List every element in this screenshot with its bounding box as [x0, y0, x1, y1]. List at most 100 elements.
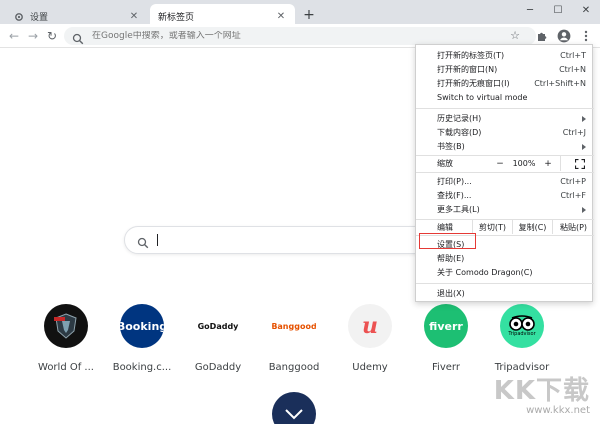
menu-item-label: 书签(B) — [437, 142, 465, 151]
submenu-arrow-icon — [582, 143, 586, 150]
browser-menu: 打开新的标签页(T) Ctrl+T 打开新的窗口(N) Ctrl+N 打开新的无… — [415, 44, 594, 302]
tab-title: 设置 — [30, 13, 49, 23]
menu-item-help[interactable]: 帮助(E) — [416, 252, 594, 265]
menu-zoom-row: 缩放 − 100% + — [416, 156, 594, 171]
banggood-logo-icon: Banggood — [272, 304, 316, 348]
banggood-logo-text: Banggood — [272, 321, 316, 331]
booking-logo-icon: Booking — [120, 304, 164, 348]
menu-item-virtual-mode[interactable]: Switch to virtual mode — [416, 91, 594, 104]
menu-item-label: 历史记录(H) — [437, 114, 482, 123]
menu-item-shortcut: Ctrl+N — [559, 65, 586, 74]
submenu-arrow-icon — [582, 115, 586, 122]
zoom-divider — [560, 156, 561, 171]
cut-button[interactable]: 剪切(T) — [472, 220, 512, 234]
shortcut-booking[interactable]: Booking Booking.c... — [106, 304, 178, 373]
copy-button[interactable]: 复制(C) — [512, 220, 552, 234]
shortcut-label: Udemy — [352, 362, 388, 373]
settings-highlight-box — [419, 233, 476, 249]
profile-icon[interactable] — [556, 28, 572, 44]
menu-item-label: 打印(P)... — [437, 177, 472, 186]
menu-item-label: 查找(F)... — [437, 191, 472, 200]
menu-item-shortcut: Ctrl+F — [560, 191, 586, 200]
menu-item-incognito[interactable]: 打开新的无痕窗口(I) Ctrl+Shift+N — [416, 77, 594, 90]
menu-item-label: 更多工具(L) — [437, 205, 480, 214]
tab-title: 新标签页 — [158, 13, 195, 23]
zoom-out-button[interactable]: − — [492, 159, 508, 169]
menu-item-find[interactable]: 查找(F)... Ctrl+F — [416, 189, 594, 202]
menu-item-shortcut: Ctrl+P — [560, 177, 586, 186]
menu-item-label: 关于 Comodo Dragon(C) — [437, 268, 533, 277]
shortcut-label: GoDaddy — [194, 362, 242, 373]
zoom-value: 100% — [512, 159, 536, 168]
shortcut-label: Banggood — [268, 362, 320, 373]
menu-item-downloads[interactable]: 下载内容(D) Ctrl+J — [416, 126, 594, 139]
submenu-arrow-icon — [582, 206, 586, 213]
shortcut-udemy[interactable]: u Udemy — [334, 304, 406, 373]
warships-logo-icon — [44, 304, 88, 348]
shortcut-godaddy[interactable]: GoDaddy GoDaddy — [182, 304, 254, 373]
menu-item-label: Switch to virtual mode — [437, 93, 528, 102]
menu-item-new-tab[interactable]: 打开新的标签页(T) Ctrl+T — [416, 49, 594, 62]
menu-item-shortcut: Ctrl+J — [562, 128, 586, 137]
godaddy-logo-icon: GoDaddy — [196, 304, 240, 348]
fiverr-logo-icon: fiverr — [424, 304, 468, 348]
fiverr-logo-text: fiverr — [429, 319, 463, 333]
shortcut-label: Fiverr — [432, 362, 460, 373]
address-input[interactable] — [92, 31, 472, 41]
shortcut-tripadvisor[interactable]: Tripadvisor Tripadvisor — [486, 304, 558, 373]
menu-item-shortcut: Ctrl+Shift+N — [534, 79, 586, 88]
menu-item-bookmarks[interactable]: 书签(B) — [416, 140, 594, 153]
shortcut-label: Booking.c... — [112, 362, 172, 373]
new-tab-button[interactable]: + — [301, 7, 317, 23]
menu-item-label: 帮助(E) — [437, 254, 465, 263]
close-icon[interactable]: ✕ — [128, 11, 140, 23]
back-icon[interactable]: ← — [6, 28, 22, 44]
shortcut-banggood[interactable]: Banggood Banggood — [258, 304, 330, 373]
bookmark-star-icon[interactable]: ☆ — [508, 29, 522, 43]
gear-icon — [14, 12, 24, 22]
udemy-logo-icon: u — [348, 304, 392, 348]
zoom-in-button[interactable]: + — [540, 159, 556, 169]
shortcut-world-of-warships[interactable]: World Of ... — [30, 304, 102, 373]
maximize-icon[interactable]: ☐ — [544, 0, 572, 20]
shortcut-partial[interactable] — [272, 392, 316, 424]
menu-item-about[interactable]: 关于 Comodo Dragon(C) — [416, 266, 594, 279]
godaddy-logo-text: GoDaddy — [197, 321, 239, 331]
menu-item-new-window[interactable]: 打开新的窗口(N) Ctrl+N — [416, 63, 594, 76]
forward-icon[interactable]: → — [25, 28, 41, 44]
search-icon — [72, 30, 84, 45]
minimize-icon[interactable]: ─ — [516, 0, 544, 20]
close-window-icon[interactable]: ✕ — [572, 0, 600, 20]
watermark-logo: KK下载 — [493, 376, 590, 406]
omnibox[interactable]: ☆ — [64, 27, 536, 45]
extensions-icon[interactable] — [534, 28, 550, 44]
menu-item-print[interactable]: 打印(P)... Ctrl+P — [416, 175, 594, 188]
menu-separator — [416, 172, 594, 173]
menu-item-label: 下载内容(D) — [437, 128, 482, 137]
menu-item-exit[interactable]: 退出(X) — [416, 287, 594, 300]
toolbar-right — [534, 28, 594, 44]
booking-logo-text: Booking — [120, 319, 164, 333]
udemy-logo-text: u — [362, 313, 378, 339]
paste-button[interactable]: 粘贴(P) — [552, 220, 594, 234]
zoom-label: 缩放 — [437, 159, 453, 168]
tripadvisor-logo-text: Tripadvisor — [508, 331, 536, 337]
menu-separator — [416, 108, 594, 109]
search-icon — [137, 234, 149, 249]
reload-icon[interactable]: ↻ — [44, 28, 60, 44]
menu-item-shortcut: Ctrl+T — [560, 51, 586, 60]
menu-item-more-tools[interactable]: 更多工具(L) — [416, 203, 594, 216]
menu-edit-row: 编辑 剪切(T) 复制(C) 粘贴(P) — [416, 220, 594, 234]
menu-item-label: 打开新的窗口(N) — [437, 65, 498, 74]
menu-item-label: 打开新的标签页(T) — [437, 51, 505, 60]
menu-item-history[interactable]: 历史记录(H) — [416, 112, 594, 125]
more-vert-icon[interactable] — [578, 28, 594, 44]
menu-item-label: 退出(X) — [437, 289, 465, 298]
edit-label: 编辑 — [437, 222, 453, 232]
menu-separator — [416, 283, 594, 284]
fullscreen-icon[interactable] — [569, 158, 591, 169]
window-controls: ─ ☐ ✕ — [516, 0, 600, 20]
partial-logo-icon — [285, 409, 303, 420]
close-icon[interactable]: ✕ — [275, 11, 287, 23]
shortcut-fiverr[interactable]: fiverr Fiverr — [410, 304, 482, 373]
